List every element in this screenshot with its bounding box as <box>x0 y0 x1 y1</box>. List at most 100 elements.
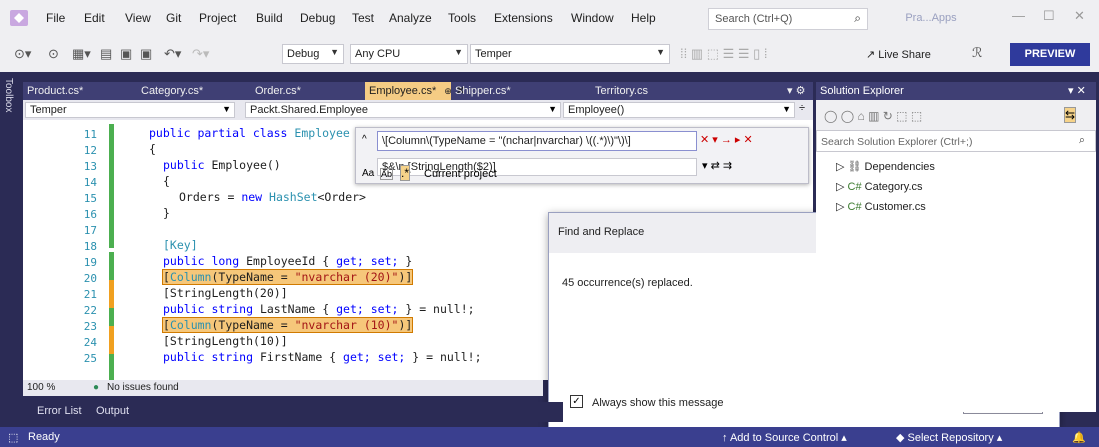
open-icon[interactable]: ▤ <box>100 46 112 62</box>
split-icon[interactable]: ÷ <box>799 102 805 114</box>
line-number: 15 <box>83 192 97 205</box>
code-line-16: } <box>163 206 170 220</box>
code-line-12: { <box>149 142 156 156</box>
line-number: 25 <box>83 352 97 365</box>
pin-icon[interactable]: ▾ ✕ <box>1068 84 1086 97</box>
change-indicator <box>109 280 114 308</box>
project-dropdown[interactable]: Temper ▼ <box>25 102 235 118</box>
tab-territory[interactable]: Territory.cs <box>591 82 705 100</box>
member-dropdown[interactable]: Employee() ▼ <box>563 102 795 118</box>
menu-bar: File Edit View Git Project Build Debug T… <box>0 0 1099 36</box>
code-line-14: { <box>163 174 170 188</box>
editor-status-bar: 100 % ● No issues found <box>23 380 543 396</box>
dialog-message: 45 occurrence(s) replaced. <box>562 277 693 289</box>
chevron-down-icon: ▼ <box>330 47 339 57</box>
notifications-icon[interactable]: 🔔 <box>1072 431 1086 444</box>
check-icon: ● <box>93 382 100 393</box>
live-share-button[interactable]: ↗ Live Share <box>866 45 931 65</box>
sync-icon[interactable]: ⇆ <box>1064 107 1077 123</box>
zoom-level[interactable]: 100 % <box>27 382 55 393</box>
issues-status[interactable]: No issues found <box>107 382 179 393</box>
match-case-toggle[interactable]: Aa <box>362 168 374 179</box>
save-all-icon[interactable]: ▣ <box>140 46 152 62</box>
tab-category[interactable]: Category.cs* <box>137 82 251 100</box>
regex-toggle-icon[interactable]: .* <box>400 165 411 181</box>
menu-debug[interactable]: Debug <box>300 11 335 25</box>
undo-icon[interactable]: ↶▾ <box>164 46 181 62</box>
clear-find-icon[interactable]: ✕ ▾ → ▸ ✕ <box>700 133 753 146</box>
tab-shipper[interactable]: Shipper.cs* <box>451 82 557 100</box>
line-number: 16 <box>83 208 97 221</box>
maximize-icon[interactable]: ☐ <box>1043 8 1055 24</box>
code-line-19: public long EmployeeId { get; set; } <box>163 254 413 268</box>
account-button[interactable]: Pra...Apps <box>886 9 976 27</box>
code-line-21: [StringLength(20)] <box>163 286 288 300</box>
visual-studio-logo-icon <box>8 8 30 28</box>
tab-employee[interactable]: Employee.cs* ⊕ ✕ <box>365 82 465 100</box>
tree-item-dependencies[interactable]: ▷ ⛓ Dependencies <box>836 160 935 173</box>
toolbar: ⊙▾ ⊙ ▦▾ ▤ ▣ ▣ ↶▾ ↷▾ Debug ▼ Any CPU ▼ Temp… <box>0 36 1099 72</box>
code-line-18: [Key] <box>163 238 198 252</box>
find-replace-widget: ^ \[Column\(TypeName = "(nchar|nvarchar)… <box>355 127 809 184</box>
startup-project-select[interactable]: Temper ▼ <box>470 44 670 64</box>
code-line-24: [StringLength(10)] <box>163 334 288 348</box>
status-bar: ⬚ Ready ↑ Add to Source Control ▴ ◆ Sele… <box>0 427 1099 447</box>
save-icon[interactable]: ▣ <box>120 46 132 62</box>
menu-extensions[interactable]: Extensions <box>494 11 553 25</box>
back-icon[interactable]: ⊙▾ <box>14 46 31 62</box>
change-indicator <box>109 326 114 354</box>
menu-build[interactable]: Build <box>256 11 283 25</box>
menu-help[interactable]: Help <box>631 11 656 25</box>
feedback-icon[interactable]: ℛ <box>972 45 982 61</box>
close-icon[interactable]: ✕ <box>1074 8 1085 24</box>
code-line-11: public partial class Employee <box>149 126 350 140</box>
whole-word-toggle[interactable]: Ab <box>380 168 394 180</box>
new-project-icon[interactable]: ▦▾ <box>72 46 91 62</box>
add-to-source-control-button[interactable]: ↑ Add to Source Control ▴ <box>722 431 847 444</box>
tab-product[interactable]: Product.cs* <box>23 82 137 100</box>
menu-view[interactable]: View <box>125 11 151 25</box>
forward-icon[interactable]: ⊙ <box>48 46 59 62</box>
class-dropdown[interactable]: Packt.Shared.Employee ▼ <box>245 102 561 118</box>
select-repository-button[interactable]: ◆ Select Repository ▴ <box>896 431 1002 444</box>
line-number: 23 <box>83 320 97 333</box>
preview-badge[interactable]: PREVIEW <box>1010 43 1090 66</box>
code-line-23: [Column(TypeName = "nvarchar (10)")] <box>161 317 414 333</box>
find-input[interactable]: \[Column\(TypeName = "(nchar|nvarchar) \… <box>377 131 697 151</box>
menu-project[interactable]: Project <box>199 11 236 25</box>
tree-item-customer[interactable]: ▷ C# Customer.cs <box>836 200 926 213</box>
search-icon: ⌕ <box>854 11 861 25</box>
toolbar-overflow-icon[interactable]: ⁞⁞ ▥ ⬚ ☰ ☰ ▯ ⁞ <box>680 46 768 62</box>
solution-tree: ▷ ⛓ Dependencies ▷ C# Category.cs ▷ C# C… <box>816 152 1096 412</box>
bottom-panel-tabs: Error List Output <box>23 402 563 422</box>
code-line-25: public string FirstName { get; set; } = … <box>163 350 482 364</box>
line-number: 18 <box>83 240 97 253</box>
tree-item-category[interactable]: ▷ C# Category.cs <box>836 180 923 193</box>
tab-error-list[interactable]: Error List <box>37 405 82 417</box>
toolbox-strip[interactable]: Toolbox <box>0 72 22 434</box>
chevron-down-icon: ▼ <box>454 47 463 57</box>
menu-file[interactable]: File <box>46 11 65 25</box>
menu-test[interactable]: Test <box>352 11 374 25</box>
line-number: 13 <box>83 160 97 173</box>
configuration-select[interactable]: Debug ▼ <box>282 44 344 64</box>
menu-git[interactable]: Git <box>166 11 181 25</box>
menu-tools[interactable]: Tools <box>448 11 476 25</box>
platform-select[interactable]: Any CPU ▼ <box>350 44 468 64</box>
replace-all-icon[interactable]: ▾ ⇄ ⇉ <box>702 159 732 172</box>
tab-output[interactable]: Output <box>96 405 129 417</box>
scope-select[interactable]: Current project <box>424 168 497 180</box>
tab-overflow-icon[interactable]: ▾ ⚙ <box>783 82 813 100</box>
redo-icon[interactable]: ↷▾ <box>192 46 209 62</box>
menu-analyze[interactable]: Analyze <box>389 11 432 25</box>
always-show-checkbox[interactable]: ✓ <box>570 395 583 408</box>
menu-window[interactable]: Window <box>571 11 614 25</box>
search-input[interactable]: Search (Ctrl+Q) ⌕ <box>708 8 868 30</box>
collapse-icon[interactable]: ^ <box>362 134 367 145</box>
editor-tab-strip: Product.cs* Category.cs* Order.cs* Emplo… <box>23 82 813 100</box>
minimize-icon[interactable]: — <box>1012 8 1025 23</box>
menu-edit[interactable]: Edit <box>84 11 105 25</box>
solution-search-input[interactable]: Search Solution Explorer (Ctrl+;) ⌕ <box>816 130 1096 152</box>
solution-toolbar-icons[interactable]: ◯ ◯ ⌂ ▥ ↻ ⬚ ⬚ <box>824 109 922 123</box>
tab-order[interactable]: Order.cs* <box>251 82 365 100</box>
